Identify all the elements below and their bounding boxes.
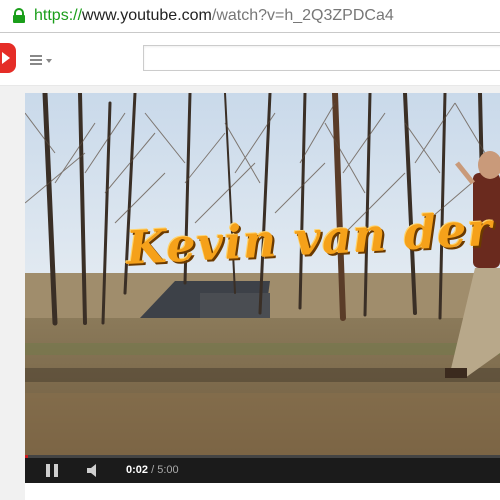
youtube-masthead: [0, 33, 500, 86]
volume-icon[interactable]: [87, 464, 101, 477]
below-player-area: [25, 483, 500, 500]
time-display: 0:02 / 5:00: [126, 464, 179, 477]
duration: 5:00: [157, 464, 179, 476]
play-triangle-icon: [2, 52, 10, 64]
pause-icon[interactable]: [45, 464, 59, 477]
url-host: www.youtube.com: [82, 7, 212, 24]
lock-icon: [13, 8, 25, 23]
hamburger-icon: [30, 55, 42, 67]
player-controls: 0:02 / 5:00: [25, 458, 500, 483]
current-time: 0:02: [126, 464, 149, 476]
url-scheme: https://: [34, 7, 83, 24]
url-path: /watch?v=h_2Q3ZPDCa4: [211, 7, 394, 24]
guide-menu-button[interactable]: [30, 55, 52, 69]
video-frame: [25, 93, 500, 456]
video-player[interactable]: Kevin van der: [25, 93, 500, 456]
chevron-down-icon: [46, 59, 52, 63]
url-text[interactable]: https://www.youtube.com/watch?v=h_2Q3ZPD…: [34, 7, 394, 25]
search-input[interactable]: [143, 45, 500, 71]
browser-address-bar[interactable]: https://www.youtube.com/watch?v=h_2Q3ZPD…: [0, 0, 500, 33]
time-separator: /: [148, 464, 158, 476]
youtube-logo-icon[interactable]: [0, 43, 16, 73]
